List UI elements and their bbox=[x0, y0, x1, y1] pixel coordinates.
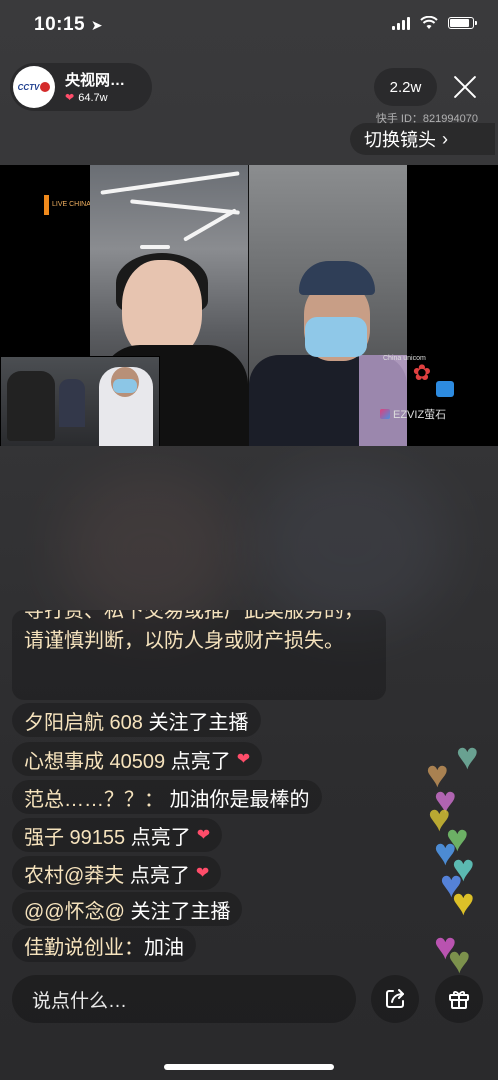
anchor-likes: ❤ 64.7w bbox=[65, 91, 108, 105]
status-bar: 10:15 ➤ bbox=[0, 0, 498, 52]
chat-comment[interactable]: 夕阳启航 608 关注了主播 bbox=[12, 703, 261, 737]
anchor-name: 央视网… bbox=[65, 72, 126, 89]
video-panel-guest bbox=[249, 165, 407, 446]
comment-user: @@怀念@ bbox=[24, 900, 125, 923]
comment-text: 点亮了 bbox=[129, 864, 190, 887]
chat-comment[interactable]: 强子 99155 点亮了 ❤ bbox=[12, 818, 223, 852]
heart-icon: ❤ bbox=[195, 865, 210, 882]
background-blur bbox=[250, 460, 450, 630]
comment-user: 农村@莽夫 bbox=[24, 864, 125, 887]
notice-text: 导打赏、私下交易或推广此类服务的，请谨慎判断，以防人身或财产损失。 bbox=[24, 610, 364, 652]
comment-user: 强子 99155 bbox=[24, 826, 126, 849]
unicom-logo-icon: ✿ bbox=[412, 360, 432, 385]
gift-icon bbox=[449, 990, 469, 1009]
share-button[interactable] bbox=[371, 975, 419, 1023]
chevron-right-icon: › bbox=[442, 128, 448, 149]
chat-comment[interactable]: 佳勤说创业： 加油 bbox=[12, 928, 196, 962]
chat-comment[interactable]: 范总……？？： 加油你是最棒的 bbox=[12, 780, 322, 814]
status-time: 10:15 ➤ bbox=[34, 14, 104, 35]
chat-comment[interactable]: 心想事成 40509 点亮了 ❤ bbox=[12, 742, 263, 776]
background-blur bbox=[60, 470, 240, 630]
close-icon[interactable] bbox=[448, 70, 482, 104]
comment-text: 点亮了 bbox=[130, 826, 191, 849]
heart-icon: ♥ bbox=[452, 882, 475, 924]
cctv-logo: CCTV bbox=[17, 82, 40, 92]
viewer-count[interactable]: 2.2w bbox=[374, 68, 437, 106]
comment-input[interactable]: 说点什么… bbox=[12, 975, 356, 1023]
switch-camera-label: 切换镜头 bbox=[364, 130, 436, 150]
chat-comment[interactable]: 农村@莽夫 点亮了 ❤ bbox=[12, 856, 222, 890]
send-logo-icon bbox=[436, 381, 454, 397]
system-notice: 导打赏、私下交易或推广此类服务的，请谨慎判断，以防人身或财产损失。 bbox=[12, 610, 386, 700]
live-video[interactable]: LIVE CHINA China unicom ✿ EZVIZ萤石 bbox=[0, 165, 498, 446]
heart-icon: ❤ bbox=[196, 827, 211, 844]
ezviz-logo: EZVIZ萤石 bbox=[380, 406, 446, 422]
avatar[interactable]: CCTV bbox=[13, 66, 55, 108]
comment-user: 夕阳启航 608 bbox=[24, 711, 143, 734]
home-indicator[interactable] bbox=[164, 1064, 334, 1070]
comment-text: 关注了主播 bbox=[130, 900, 231, 923]
battery-icon bbox=[448, 17, 477, 29]
share-icon bbox=[386, 989, 404, 1008]
signal-icon bbox=[392, 16, 410, 30]
anchor-info[interactable]: CCTV 央视网… ❤ 64.7w bbox=[10, 63, 152, 111]
video-pip bbox=[0, 356, 160, 446]
gift-button[interactable] bbox=[435, 975, 483, 1023]
chat-comment[interactable]: @@怀念@ 关注了主播 bbox=[12, 892, 243, 926]
comment-user: 范总……？？： bbox=[24, 788, 164, 811]
comment-text: 加油 bbox=[144, 936, 184, 959]
wifi-icon bbox=[420, 16, 438, 29]
heart-icon: ♥ bbox=[456, 736, 479, 778]
comment-user: 心想事成 40509 bbox=[24, 750, 166, 773]
comment-text: 加油你是最棒的 bbox=[169, 788, 310, 811]
likes-count: 64.7w bbox=[78, 91, 108, 104]
heart-icon: ❤ bbox=[65, 92, 75, 104]
heart-icon: ❤ bbox=[236, 751, 251, 768]
comment-text: 关注了主播 bbox=[148, 711, 249, 734]
comment-user: 佳勤说创业： bbox=[24, 936, 144, 959]
switch-camera-button[interactable]: 切换镜头 › bbox=[350, 123, 495, 155]
status-icons bbox=[392, 16, 477, 30]
livechina-logo: LIVE CHINA bbox=[44, 195, 91, 215]
comment-text: 点亮了 bbox=[170, 750, 231, 773]
